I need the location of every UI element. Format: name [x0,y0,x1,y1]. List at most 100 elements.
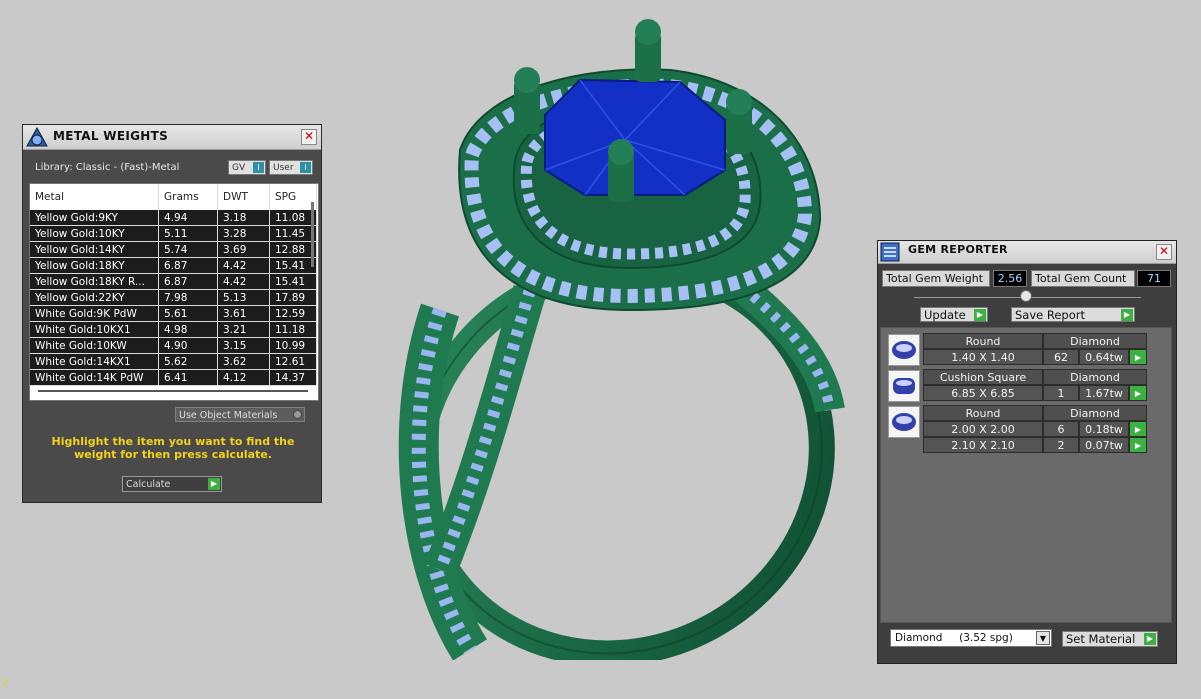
gem-total-weight: 0.64tw [1079,349,1129,365]
table-row[interactable]: White Gold:9K PdW 5.61 3.61 12.59 [30,305,317,322]
metal-table[interactable]: Metal Grams DWT SPG Yellow Gold:9KY 4.94 3… [29,183,319,401]
update-button[interactable]: Update ▶ [920,307,988,322]
table-cell: White Gold:10KW [30,337,159,354]
calculate-label: Calculate [126,479,171,490]
table-cell: 12.61 [269,353,317,370]
column-header-metal[interactable]: Metal [30,184,159,210]
play-arrow-icon: ▶ [1144,633,1156,645]
gem-list[interactable]: Round Diamond 1.40 X 1.40 62 0.64tw ▶ Cu… [880,327,1172,623]
table-cell: 15.41 [269,257,317,274]
calculate-button[interactable]: Calculate ▶ [122,476,222,492]
toggle-indicator-icon: I [300,162,311,173]
chevron-down-icon[interactable]: ▼ [1036,631,1050,645]
play-arrow-icon[interactable]: ▶ [1129,385,1147,401]
use-object-materials-label: Use Object Materials [179,410,278,421]
table-cell: 10.99 [269,337,317,354]
gem-shape: Round [923,333,1043,349]
axis-indicator: z [2,675,9,689]
metal-weights-title: METAL WEIGHTS [53,129,169,143]
table-cell: White Gold:10KX1 [30,321,159,338]
table-cell: Yellow Gold:10KY [30,225,159,242]
round-gem-icon[interactable] [888,334,920,366]
play-arrow-icon[interactable]: ▶ [1129,349,1147,365]
table-row[interactable]: Yellow Gold:9KY 4.94 3.18 11.08 [30,210,317,226]
table-cell: Yellow Gold:14KY [30,241,159,258]
table-cell: 12.59 [269,305,317,322]
slider-knob[interactable] [1020,290,1032,302]
toggle-indicator-icon: I [253,162,264,173]
gv-toggle[interactable]: GV I [228,160,266,175]
table-row[interactable]: White Gold:14KX1 5.62 3.62 12.61 [30,353,317,370]
table-cell: 4.90 [158,337,218,354]
gv-toggle-label: GV [232,163,246,173]
round-gem-icon[interactable] [888,406,920,438]
close-icon[interactable]: ✕ [1156,244,1172,260]
table-cell: 3.15 [217,337,270,354]
gem-material: Diamond [1043,369,1147,385]
gem-size[interactable]: 1.40 X 1.40 [923,349,1043,365]
column-header-spg[interactable]: SPG [269,184,317,210]
table-cell: 5.11 [158,225,218,242]
gem-reporter-icon [880,242,900,262]
use-object-materials-option[interactable]: Use Object Materials [175,407,305,422]
gem-size[interactable]: 6.85 X 6.85 [923,385,1043,401]
table-cell: 3.21 [217,321,270,338]
table-cell: 6.87 [158,273,218,290]
user-toggle[interactable]: User I [269,160,313,175]
gem-count: 2 [1043,437,1079,453]
table-cell: White Gold:14K PdW [30,369,159,386]
table-row[interactable]: Yellow Gold:10KY 5.11 3.28 11.45 [30,225,317,242]
table-cell: Yellow Gold:18KY [30,257,159,274]
table-cell: 11.08 [269,210,317,226]
table-cell: 14.37 [269,369,317,386]
library-label: Library: Classic - (Fast)-Metal [35,162,180,173]
gem-material: Diamond [1043,333,1147,349]
table-row[interactable]: White Gold:10KX1 4.98 3.21 11.18 [30,321,317,338]
radio-icon[interactable] [293,410,302,419]
set-material-label: Set Material [1066,632,1136,646]
material-select[interactable]: Diamond (3.52 spg) ▼ [890,629,1052,647]
save-report-button[interactable]: Save Report ▶ [1011,307,1135,322]
table-row[interactable]: White Gold:14K PdW 6.41 4.12 14.37 [30,369,317,386]
table-cell: 3.28 [217,225,270,242]
table-row[interactable]: Yellow Gold:18KY R... 6.87 4.42 15.41 [30,273,317,290]
play-arrow-icon[interactable]: ▶ [1129,421,1147,437]
table-row[interactable]: Yellow Gold:14KY 5.74 3.69 12.88 [30,241,317,258]
ring-model[interactable] [380,10,860,660]
play-arrow-icon[interactable]: ▶ [1129,437,1147,453]
table-row[interactable]: Yellow Gold:22KY 7.98 5.13 17.89 [30,289,317,306]
vertical-scrollbar[interactable] [311,202,314,267]
gem-count: 1 [1043,385,1079,401]
gem-reporter-panel: GEM REPORTER ✕ Total Gem Weight 2.56 Tot… [877,240,1177,664]
total-gem-count-value: 71 [1137,270,1171,287]
column-header-grams[interactable]: Grams [158,184,218,210]
table-cell: 4.42 [217,273,270,290]
table-row[interactable]: Yellow Gold:18KY 6.87 4.42 15.41 [30,257,317,274]
column-header-dwt[interactable]: DWT [217,184,270,210]
play-arrow-icon: ▶ [974,309,986,321]
gem-size[interactable]: 2.10 X 2.10 [923,437,1043,453]
gem-shape: Round [923,405,1043,421]
total-gem-weight-value: 2.56 [993,270,1027,287]
metal-weights-titlebar[interactable]: METAL WEIGHTS ✕ [23,125,321,150]
table-cell: 4.94 [158,210,218,226]
table-cell: Yellow Gold:18KY R... [30,273,159,290]
table-cell: 4.98 [158,321,218,338]
cushion-gem-icon[interactable] [888,370,920,402]
table-cell: Yellow Gold:22KY [30,289,159,306]
table-cell: Yellow Gold:9KY [30,210,159,226]
table-cell: 12.88 [269,241,317,258]
gem-total-weight: 0.18tw [1079,421,1129,437]
metal-weights-panel: METAL WEIGHTS ✕ Library: Classic - (Fast… [22,124,322,503]
horizontal-scrollbar[interactable] [38,390,308,392]
set-material-button[interactable]: Set Material ▶ [1062,631,1158,647]
close-icon[interactable]: ✕ [301,129,317,145]
gem-reporter-titlebar[interactable]: GEM REPORTER ✕ [878,241,1176,264]
update-label: Update [924,308,966,322]
table-cell: 17.89 [269,289,317,306]
metal-weights-icon [26,126,48,147]
gem-size[interactable]: 2.00 X 2.00 [923,421,1043,437]
table-cell: 7.98 [158,289,218,306]
table-cell: 4.42 [217,257,270,274]
table-row[interactable]: White Gold:10KW 4.90 3.15 10.99 [30,337,317,354]
